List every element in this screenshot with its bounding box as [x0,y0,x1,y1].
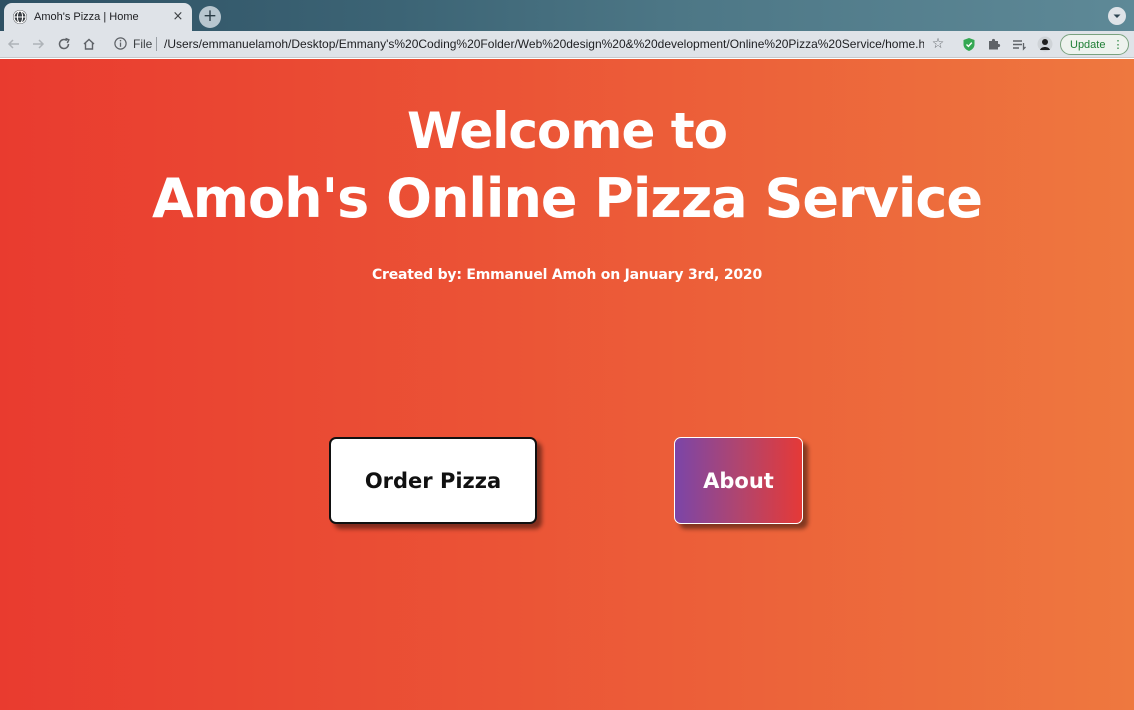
page-title-line1: Welcome to [406,102,728,160]
tab-title: Amoh's Pizza | Home [34,11,139,23]
update-label: Update [1070,38,1106,51]
site-info-button[interactable] [113,36,128,51]
order-pizza-button[interactable]: Order Pizza [329,437,537,524]
url-scheme-label: File [133,37,153,51]
reload-button[interactable] [54,34,74,54]
author-credit: Created by: Emmanuel Amoh on January 3rd… [371,267,763,283]
forward-arrow-icon [33,39,45,49]
new-tab-button[interactable]: + [199,6,221,28]
home-icon [83,38,95,50]
omnibox-divider [156,37,157,51]
info-icon [114,37,127,50]
shield-extension-button[interactable] [960,35,978,53]
reading-list-button[interactable] [1010,35,1028,53]
menu-dots-icon: ⋮ [1112,39,1123,51]
browser-tab[interactable]: Amoh's Pizza | Home × [4,3,192,31]
about-button[interactable]: About [674,437,803,524]
reading-list-icon [1012,39,1026,51]
browser-toolbar: File /Users/emmanuelamoh/Desktop/Emmany'… [0,31,1134,58]
page-body: Welcome to Amoh's Online Pizza Service C… [0,59,1134,710]
tab-search-button[interactable] [1108,7,1126,25]
star-icon[interactable]: ☆ [929,35,947,53]
browser-tab-strip: Amoh's Pizza | Home × + [0,0,1134,31]
profile-avatar-icon [1037,36,1053,52]
back-button[interactable] [4,34,24,54]
page-title-line2: Amoh's Online Pizza Service [152,167,983,230]
reload-icon [58,37,70,50]
extensions-button[interactable] [985,35,1003,53]
extensions-puzzle-icon [989,38,1001,50]
chevron-down-icon [1113,14,1121,18]
address-bar[interactable]: /Users/emmanuelamoh/Desktop/Emmany's%20C… [164,36,924,52]
close-tab-icon[interactable]: × [170,9,186,25]
shield-extension-icon [963,37,975,51]
order-pizza-label: Order Pizza [364,468,502,493]
globe-icon [13,10,27,24]
profile-button[interactable] [1036,35,1054,53]
back-arrow-icon [7,39,19,49]
forward-button[interactable] [28,34,48,54]
home-button[interactable] [79,34,99,54]
about-label: About [703,468,774,493]
update-button[interactable]: Update ⋮ [1060,34,1129,55]
